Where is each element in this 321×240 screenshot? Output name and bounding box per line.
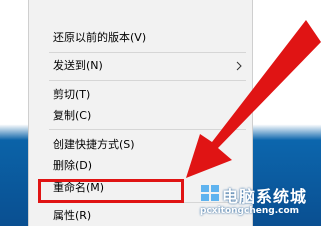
menu-item-send-to[interactable]: 发送到(N) (29, 55, 252, 77)
menu-item-label: 还原以前的版本(V) (53, 31, 147, 44)
menu-item-label: 复制(C) (53, 109, 92, 122)
menu-item-label: 删除(D) (53, 159, 93, 172)
menu-item-delete[interactable]: 删除(D) (29, 155, 252, 177)
menu-item-properties[interactable]: 属性(R) (29, 205, 252, 227)
chevron-right-icon (236, 61, 242, 71)
menu-item-label: 剪切(T) (53, 88, 91, 101)
desktop-background-left (0, 0, 28, 226)
menu-item-cut[interactable]: 剪切(T) (29, 84, 252, 106)
menu-item-create-shortcut[interactable]: 创建快捷方式(S) (29, 134, 252, 156)
menu-separator (49, 129, 246, 130)
desktop-background-right (253, 0, 321, 226)
menu-item-label: 创建快捷方式(S) (53, 138, 135, 151)
menu-separator (49, 80, 246, 81)
menu-item-restore-previous-versions[interactable]: 还原以前的版本(V) (29, 27, 252, 49)
menu-item-label: 发送到(N) (53, 59, 103, 72)
rename-highlight-box (38, 179, 184, 203)
menu-item-label: 属性(R) (53, 209, 92, 222)
menu-separator (49, 52, 246, 53)
menu-item-copy[interactable]: 复制(C) (29, 105, 252, 127)
